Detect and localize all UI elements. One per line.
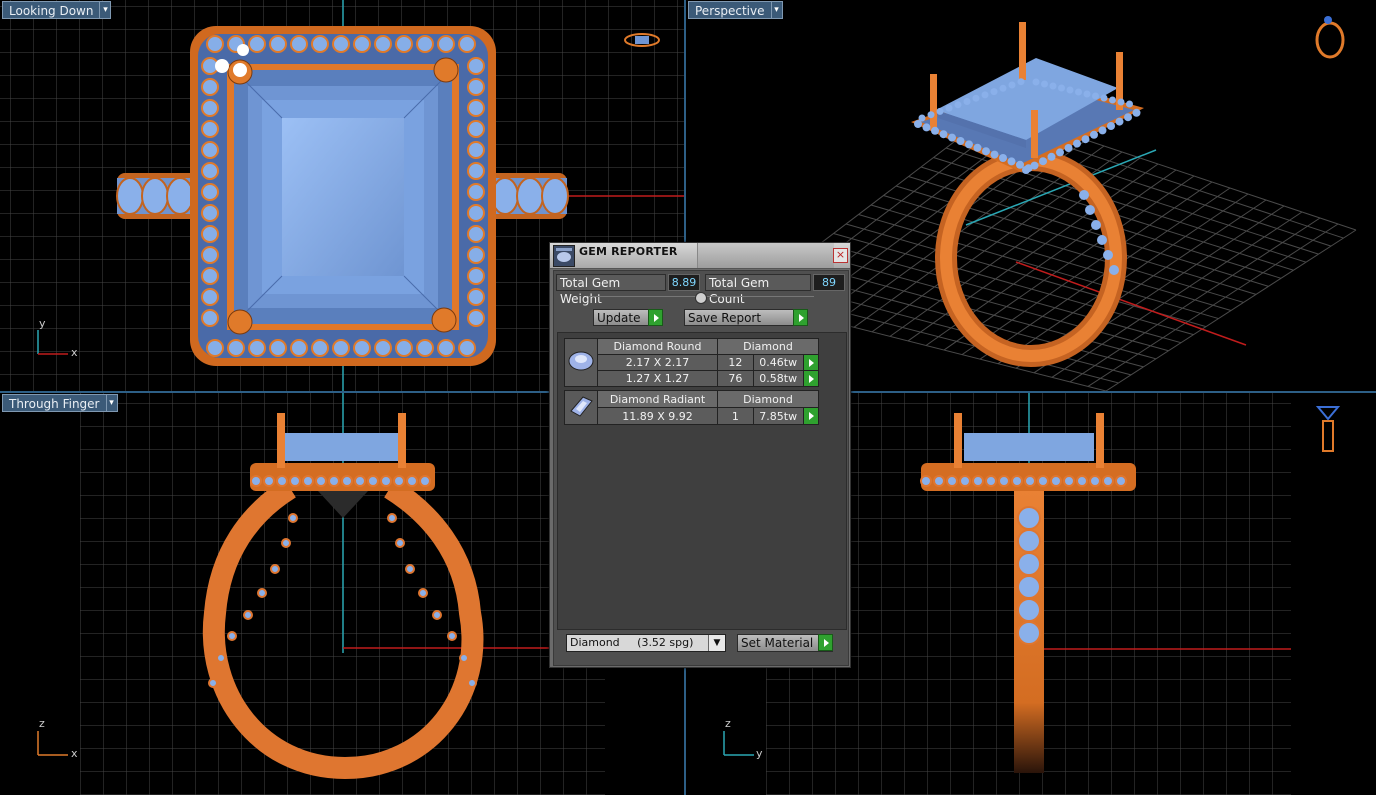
viewport-name: Looking Down [2, 1, 100, 19]
save-report-button-label: Save Report [688, 311, 762, 325]
play-arrow-icon [818, 634, 833, 651]
titlebar-spacer [697, 243, 834, 268]
viewport-label-perspective[interactable]: Perspective ▾ [688, 1, 783, 19]
axis-gizmo [37, 731, 68, 756]
gem-group-round: Diamond Round Diamond 2.17 X 2.17 12 0.4… [564, 338, 820, 387]
view-orientation-ring-icon [1315, 406, 1341, 452]
gem-count: 76 [717, 370, 754, 387]
table-row[interactable]: 11.89 X 9.92 1 7.85tw [565, 407, 820, 425]
set-material-button[interactable]: Set Material [737, 634, 833, 652]
gem-reporter-titlebar[interactable]: GEM REPORTER × [550, 243, 850, 269]
gem-material: Diamond [717, 338, 819, 355]
gem-reporter-app-icon [553, 245, 575, 267]
gem-count: 12 [717, 354, 754, 371]
viewport-label-looking-down[interactable]: Looking Down ▾ [2, 1, 112, 19]
gem-shape: Diamond Round [597, 338, 718, 355]
total-gem-weight-label: Total Gem Weight [556, 274, 666, 306]
gem-weight: 0.58tw [752, 370, 804, 387]
axis-label-y: y [756, 747, 763, 760]
gem-count: 1 [717, 407, 754, 425]
gem-size: 1.27 X 1.27 [597, 370, 718, 387]
total-gem-weight-value: 8.89 [668, 274, 700, 291]
row-go-button[interactable] [802, 354, 820, 371]
axis-label-x: x [71, 346, 78, 359]
update-button-label: Update [597, 311, 641, 325]
play-arrow-icon [648, 309, 663, 326]
axis-label-z: z [725, 717, 731, 730]
chevron-down-icon[interactable]: ▾ [105, 394, 118, 412]
axis-label-z: z [39, 717, 45, 730]
axis-gizmo [723, 731, 754, 756]
gem-shape: Diamond Radiant [597, 390, 718, 408]
gem-size: 11.89 X 9.92 [597, 407, 718, 425]
total-gem-count-label: Total Gem Count [705, 274, 811, 306]
save-report-button[interactable]: Save Report [684, 309, 808, 326]
total-gem-count-value: 89 [813, 274, 845, 291]
radiant-gem-icon [564, 390, 598, 425]
chevron-down-icon[interactable]: ▾ [99, 1, 112, 19]
viewport-label-through-finger[interactable]: Through Finger ▾ [2, 394, 118, 412]
set-material-button-label: Set Material [741, 636, 814, 650]
gem-size: 2.17 X 2.17 [597, 354, 718, 371]
round-gem-icon [564, 338, 598, 387]
table-row[interactable]: 2.17 X 2.17 12 0.46tw [565, 354, 820, 371]
gem-material: Diamond [717, 390, 819, 408]
close-button[interactable]: × [833, 248, 848, 263]
axis-label-y: y [39, 317, 46, 330]
row-go-button[interactable] [802, 407, 820, 425]
gem-reporter-body: Total Gem Weight 8.89 Total Gem Count 89… [553, 270, 849, 666]
view-orientation-ring-icon [1315, 16, 1345, 59]
axis-label-x: x [71, 747, 78, 760]
viewport-name: Through Finger [2, 394, 106, 412]
material-select-value: Diamond (3.52 spg) [570, 636, 694, 649]
collapse-icon [695, 292, 707, 304]
viewport-name: Perspective [688, 1, 771, 19]
table-row[interactable]: 1.27 X 1.27 76 0.58tw [565, 370, 820, 387]
gem-weight: 0.46tw [752, 354, 804, 371]
chevron-down-icon[interactable]: ▾ [770, 1, 783, 19]
chevron-down-icon[interactable]: ▼ [708, 635, 725, 651]
gem-reporter-title: GEM REPORTER [579, 245, 678, 258]
gem-group-radiant: Diamond Radiant Diamond 11.89 X 9.92 1 7… [564, 390, 820, 425]
gem-weight: 7.85tw [752, 407, 804, 425]
update-button[interactable]: Update [593, 309, 663, 326]
gem-list: Diamond Round Diamond 2.17 X 2.17 12 0.4… [557, 332, 847, 630]
row-go-button[interactable] [802, 370, 820, 387]
collapse-toggle[interactable] [588, 292, 814, 307]
gem-reporter-panel: GEM REPORTER × Total Gem Weight 8.89 Tot… [549, 242, 851, 668]
material-select[interactable]: Diamond (3.52 spg) ▼ [566, 634, 726, 652]
play-arrow-icon [793, 309, 808, 326]
